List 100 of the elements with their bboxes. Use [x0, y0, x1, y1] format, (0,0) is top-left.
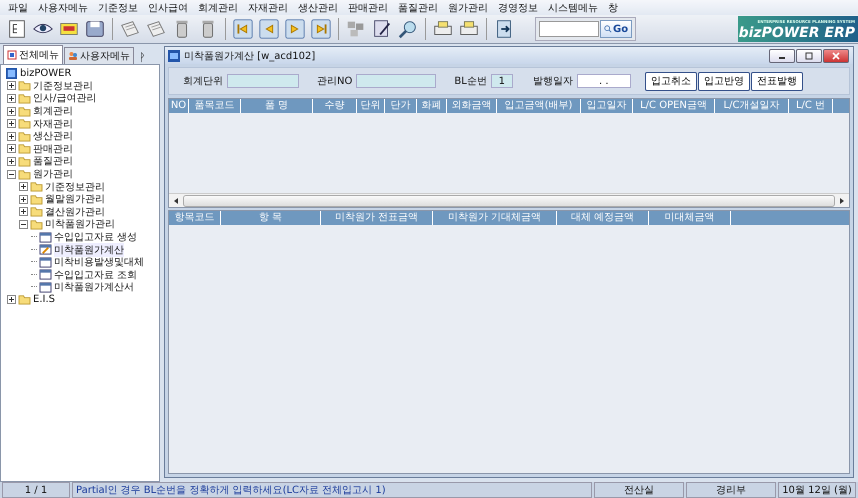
status-message: Partial인 경우 BL순번을 정확하게 입력하세요(LC자료 전체입고시 1) — [72, 482, 592, 498]
tree-item[interactable]: E.I.S — [33, 294, 55, 306]
users-icon — [68, 51, 78, 61]
sidebar-tab[interactable]: 사용자메뉴 — [64, 47, 134, 64]
issue-date-field[interactable]: . . — [576, 74, 631, 88]
expand-icon[interactable] — [7, 94, 16, 103]
column-header: 미착원가 전표금액 — [321, 211, 433, 225]
tree-item[interactable]: 기준정보관리 — [33, 78, 93, 93]
form-pencil-icon[interactable] — [371, 18, 393, 40]
folder-icon — [18, 80, 31, 92]
column-header: L/C개설일자 — [715, 99, 789, 113]
column-header: 항 목 — [221, 211, 321, 225]
menu-item[interactable]: 기준정보 — [93, 0, 143, 14]
tree-item[interactable]: 수입입고자료 조회 — [54, 268, 138, 282]
scrollbar-thumb[interactable] — [183, 194, 835, 206]
column-header: 입고금액(배부) — [497, 99, 581, 113]
menu-item[interactable]: 생산관리 — [293, 0, 343, 14]
notepad-icon[interactable] — [145, 18, 167, 40]
expand-icon[interactable] — [7, 144, 16, 154]
column-header: 화폐 — [417, 99, 447, 113]
expand-icon[interactable] — [19, 182, 28, 192]
column-header: 대체 예정금액 — [557, 211, 649, 225]
menu-item[interactable]: 창 — [603, 0, 623, 14]
expand-icon[interactable] — [7, 156, 16, 166]
tree-item[interactable]: 미착품원가관리 — [45, 217, 115, 232]
close-button[interactable] — [823, 48, 849, 62]
action-button[interactable]: 전표발행 — [750, 72, 803, 90]
tree-item[interactable]: 미착품원가계산서 — [54, 280, 134, 294]
tree-item[interactable]: bizPOWER — [20, 68, 72, 79]
expand-icon[interactable] — [19, 194, 28, 204]
magnifier-icon[interactable] — [397, 18, 419, 40]
menu-item[interactable]: 자재관리 — [243, 0, 293, 14]
expand-icon[interactable] — [7, 106, 16, 116]
management-no-field[interactable] — [356, 74, 436, 88]
expand-icon[interactable] — [7, 295, 16, 304]
column-header: 외화금액 — [447, 99, 497, 113]
tree-item[interactable]: 월말원가관리 — [45, 192, 105, 206]
folder-icon — [30, 194, 43, 205]
action-button[interactable]: 입고반영 — [698, 72, 750, 90]
notepad-icon[interactable] — [119, 18, 141, 40]
menu-item[interactable]: 파일 — [3, 0, 33, 14]
window-icon — [39, 256, 52, 268]
expand-icon[interactable] — [19, 207, 28, 216]
menu-item[interactable]: 경영정보 — [493, 0, 543, 14]
menu-item[interactable]: 품질관리 — [393, 0, 443, 14]
accounting-unit-field[interactable] — [227, 74, 299, 88]
pin-icon[interactable]: ᚹ — [139, 51, 146, 64]
tree-item[interactable]: 품질관리 — [33, 154, 73, 168]
field-label: 회계단위 — [183, 75, 223, 88]
tree-item[interactable]: 판매관리 — [33, 142, 73, 156]
horizontal-scrollbar[interactable] — [169, 193, 849, 207]
minimize-button[interactable] — [769, 48, 795, 62]
tree-item[interactable]: 생산관리 — [33, 129, 73, 144]
field-label: 관리NO — [317, 75, 352, 88]
maximize-button[interactable] — [796, 48, 822, 62]
app-logo-icon — [168, 50, 180, 62]
tree-item[interactable]: 인사/급여관리 — [33, 91, 96, 106]
menu-item[interactable]: 인사급여 — [143, 0, 193, 14]
search-field[interactable] — [539, 21, 599, 37]
folder-icon — [30, 218, 43, 230]
tree-item[interactable]: 미착비용발생및대체 — [54, 255, 144, 270]
folder-icon — [30, 206, 43, 218]
tree-item[interactable]: 수입입고자료 생성 — [54, 230, 138, 244]
logo-text: bizPOWER ERP — [738, 26, 855, 40]
bl-seq-field[interactable]: 1 — [490, 74, 513, 88]
expand-icon[interactable] — [7, 132, 16, 141]
folder-icon — [18, 118, 31, 130]
tree-item[interactable]: 자재관리 — [33, 116, 73, 131]
menu-item[interactable]: 원가관리 — [443, 0, 493, 14]
menu-item[interactable]: 사용자메뉴 — [33, 0, 93, 14]
tree-item[interactable]: 회계관리 — [33, 104, 73, 118]
date-status: 10월 12일 (월) — [778, 482, 856, 498]
left-arrow-icon[interactable] — [173, 196, 179, 204]
right-arrow-icon[interactable] — [839, 196, 845, 204]
field-label: BL순번 — [454, 75, 487, 88]
tree-item[interactable]: 기준정보관리 — [45, 180, 105, 194]
save-icon[interactable] — [84, 18, 106, 40]
sidebar-tab[interactable]: 전체메뉴 — [3, 45, 63, 64]
maximize-icon — [804, 52, 814, 60]
collapse-icon[interactable] — [7, 170, 16, 179]
menu-item[interactable]: 판매관리 — [343, 0, 393, 14]
column-header: 미대체금액 — [649, 211, 731, 225]
column-header: 단가 — [385, 99, 417, 113]
action-button[interactable]: 입고취소 — [644, 72, 697, 90]
go-button[interactable]: Go — [600, 20, 632, 38]
window-icon — [39, 269, 52, 280]
tree-item[interactable]: 결산원가관리 — [45, 204, 105, 219]
folder-icon — [18, 156, 31, 167]
expand-icon[interactable] — [7, 119, 16, 128]
menu-item[interactable]: 회계관리 — [193, 0, 243, 14]
collapse-icon[interactable] — [19, 220, 28, 229]
folder-icon — [18, 294, 31, 306]
column-header: L/C OPEN금액 — [633, 99, 715, 113]
folder-icon — [18, 92, 31, 104]
tree-item[interactable]: 원가관리 — [33, 167, 73, 182]
grid-icon — [7, 50, 17, 60]
expand-icon[interactable] — [7, 81, 16, 90]
column-header: 수량 — [313, 99, 357, 113]
tree-item[interactable]: 미착품원가계산 — [54, 242, 124, 257]
menu-item[interactable]: 시스템메뉴 — [543, 0, 603, 14]
